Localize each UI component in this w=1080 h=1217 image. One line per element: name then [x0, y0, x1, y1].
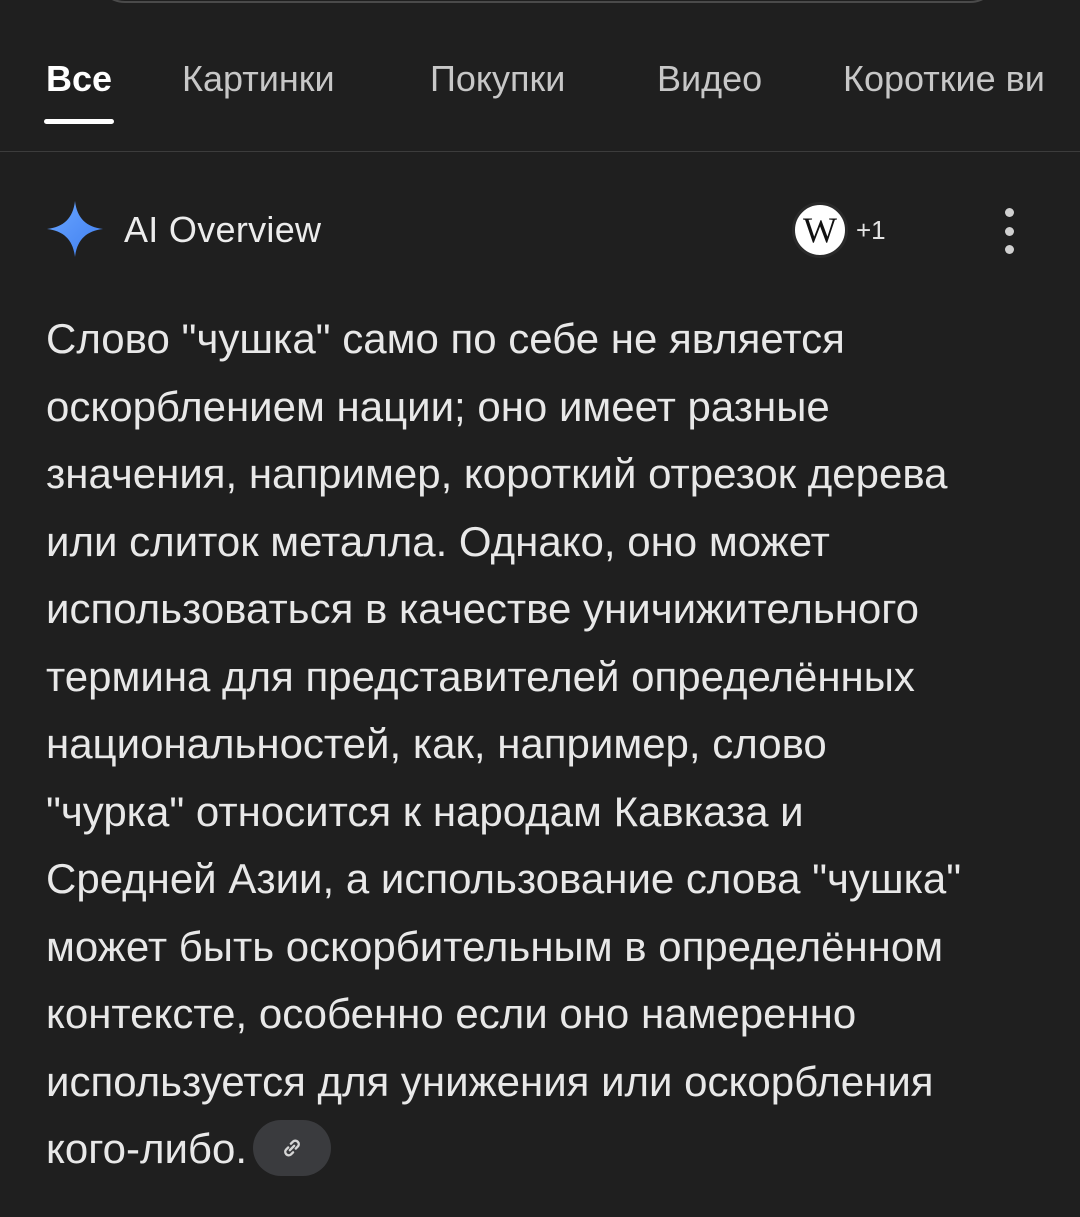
active-tab-indicator	[44, 119, 114, 124]
tab-videos[interactable]: Видео	[657, 58, 762, 100]
source-link-button[interactable]	[253, 1119, 331, 1176]
tab-all[interactable]: Все	[46, 58, 112, 100]
overview-line: значения, например, короткий отрезок дер…	[46, 450, 948, 497]
overview-line: "чурка" относится к народам Кавказа и	[46, 787, 804, 835]
source-extra-count: +1	[856, 214, 886, 245]
overview-line: Слово "чушка" само по себе не является	[46, 315, 845, 362]
ai-overview-title: AI Overview	[124, 209, 322, 250]
overview-line: контексте, особенно если оно намеренно	[46, 990, 857, 1037]
overview-line: может быть оскорбительным в определённом	[46, 922, 944, 970]
overview-line: оскорблением нации; оно имеет разные	[46, 382, 830, 430]
more-vertical-icon[interactable]	[994, 208, 1024, 254]
overview-line: или слиток металла. Однако, оно может	[46, 517, 830, 565]
search-tabs: Все Картинки Покупки Видео Короткие ви	[0, 0, 1080, 152]
overview-line-text: кого-либо.	[46, 1125, 247, 1172]
ai-overview-header: AI Overview W +1	[0, 190, 1080, 270]
sparkle-icon	[47, 201, 103, 257]
sources-button[interactable]: W +1	[792, 202, 886, 258]
tab-short-videos[interactable]: Короткие ви	[843, 58, 1045, 100]
tab-images[interactable]: Картинки	[182, 58, 335, 100]
overview-line-last: кого-либо.	[46, 1115, 1046, 1183]
wikipedia-icon: W	[792, 202, 848, 258]
overview-line: Средней Азии, а использование слова "чуш…	[46, 855, 962, 902]
overview-line: термина для представителей определённых	[46, 652, 915, 700]
overview-line: используется для унижения или оскорблени…	[46, 1057, 934, 1105]
ai-overview-text: Слово "чушка" само по себе не является о…	[46, 305, 1046, 1183]
overview-line: использоваться в качестве уничижительног…	[46, 585, 920, 632]
overview-line: национальностей, как, например, слово	[46, 720, 827, 767]
link-icon	[284, 1139, 300, 1157]
tab-shopping[interactable]: Покупки	[430, 58, 565, 100]
